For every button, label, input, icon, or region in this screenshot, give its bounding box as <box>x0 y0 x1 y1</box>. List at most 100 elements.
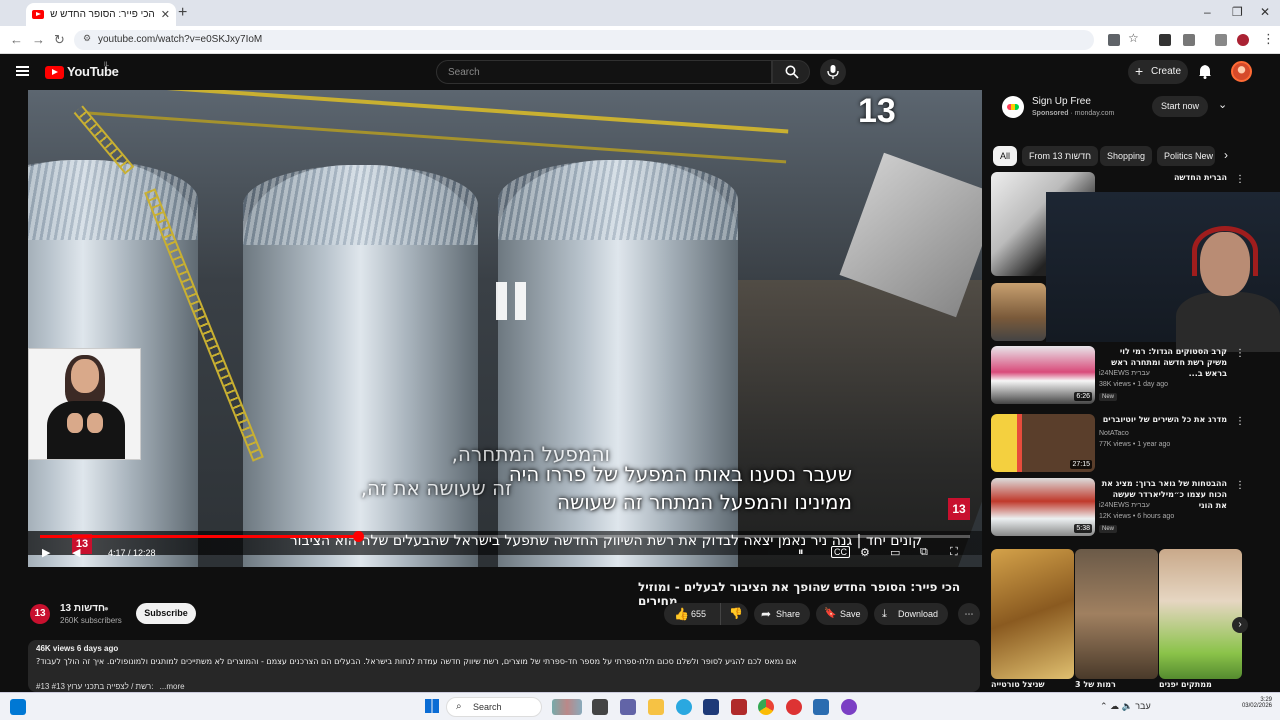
headphones-icon <box>1192 226 1258 276</box>
language-indicator[interactable]: עבר <box>1135 701 1150 711</box>
profile-avatar-icon[interactable] <box>1237 34 1249 46</box>
rec-menu-icon[interactable]: ⋮ <box>1235 348 1245 359</box>
file-explorer-icon[interactable] <box>648 699 664 715</box>
user-avatar[interactable] <box>1231 61 1252 82</box>
short-thumbnail[interactable] <box>1075 549 1158 679</box>
extensions-puzzle-icon[interactable] <box>1183 34 1195 46</box>
video-progress-bar[interactable] <box>40 531 970 542</box>
store-icon[interactable] <box>703 699 719 715</box>
new-tab-button[interactable]: + <box>178 4 187 22</box>
video-player[interactable]: 13 והמפעל המתחרה, זה שעושה את זה, שעבר נ… <box>28 90 982 567</box>
save-button[interactable]: 🔖 Save <box>816 603 868 625</box>
maximize-icon[interactable]: ❐ <box>1232 5 1243 19</box>
task-view-icon[interactable] <box>592 699 608 715</box>
volume-icon[interactable]: ◀ <box>72 546 80 559</box>
chip-all[interactable]: All <box>993 146 1018 166</box>
channel-name[interactable]: 13 חדשות <box>60 603 105 614</box>
rec-menu-icon[interactable]: ⋮ <box>1235 416 1245 427</box>
rec-title: הברית החדשה <box>1173 173 1227 182</box>
video-thumbnail: 6:26 <box>991 346 1095 404</box>
short-thumbnail[interactable] <box>1159 549 1242 679</box>
clock-date: 03/02/2026 <box>1241 703 1272 709</box>
search-button[interactable] <box>772 60 810 84</box>
minimize-icon[interactable]: – <box>1204 5 1211 19</box>
progress-scrubber[interactable] <box>353 531 365 542</box>
close-tab-icon[interactable]: ✕ <box>161 8 170 21</box>
rec-menu-icon[interactable]: ⋮ <box>1235 174 1245 185</box>
subscribe-button[interactable]: Subscribe <box>136 603 196 624</box>
play-icon[interactable]: ▶ <box>42 546 50 559</box>
short-thumbnail[interactable] <box>991 549 1074 679</box>
share-button[interactable]: ➦ Share <box>754 603 810 625</box>
back-icon[interactable]: ← <box>10 32 23 47</box>
autoplay-toggle-icon[interactable]: ⏸ <box>798 546 804 559</box>
chevron-down-icon[interactable]: ⌄ <box>1218 98 1227 111</box>
browser-toolbar: ← → ↻ ⚙ youtube.com/watch?v=e0SKJxy7IoM … <box>0 26 1280 54</box>
notifications-bell-icon[interactable] <box>1198 64 1212 79</box>
windows-start-icon[interactable] <box>425 699 439 713</box>
site-info-icon[interactable]: ⚙ <box>83 33 91 44</box>
pause-overlay-icon[interactable] <box>489 278 535 324</box>
app-icon[interactable] <box>813 699 829 715</box>
chevron-right-icon[interactable]: › <box>1224 148 1228 162</box>
download-button[interactable]: ⤓ Download <box>874 603 948 625</box>
voice-search-button[interactable] <box>820 59 846 85</box>
app-icon[interactable] <box>841 699 857 715</box>
miniplayer-icon[interactable]: ▭ <box>890 546 900 559</box>
chip-shopping[interactable]: Shopping <box>1100 146 1153 166</box>
captions-icon[interactable]: CC <box>831 546 850 558</box>
hamburger-menu-icon[interactable] <box>16 66 29 76</box>
edge-icon[interactable] <box>676 699 692 715</box>
youtube-logo-icon[interactable] <box>45 66 64 79</box>
app-icon[interactable] <box>786 699 802 715</box>
fullscreen-icon[interactable]: ⛶ <box>950 546 958 559</box>
extension-icon[interactable] <box>1159 34 1171 46</box>
install-app-icon[interactable] <box>1108 34 1120 46</box>
bookmark-star-icon[interactable]: ☆ <box>1128 31 1139 45</box>
save-label: Save <box>840 609 861 619</box>
rec-menu-icon[interactable]: ⋮ <box>1235 480 1245 491</box>
dislike-button[interactable]: 👎 <box>720 603 748 625</box>
verified-badge-icon: ● <box>104 604 109 613</box>
recommended-video[interactable]: 6:26 קרב הסטוקים הגדול: רמי לוי משיק רשת… <box>991 346 1245 410</box>
chrome-icon[interactable] <box>758 699 774 715</box>
video-frame-catwalk <box>87 90 789 164</box>
address-bar[interactable]: ⚙ youtube.com/watch?v=e0SKJxy7IoM <box>74 30 1094 50</box>
recommended-video[interactable]: 5:38 ההבטחות של גואר ברוך: מציג את הכוח … <box>991 478 1245 542</box>
reload-icon[interactable]: ↻ <box>54 32 65 48</box>
show-more-link[interactable]: ...more <box>160 682 185 691</box>
teams-icon[interactable] <box>620 699 636 715</box>
browser-menu-icon[interactable]: ⋮ <box>1262 31 1275 47</box>
system-tray[interactable]: ⌃ ☁ 🔈 עבר <box>1100 701 1151 712</box>
create-button[interactable]: + Create <box>1128 60 1188 84</box>
close-window-icon[interactable]: ✕ <box>1260 5 1270 19</box>
youtube-logo-text[interactable]: YouTube <box>67 64 119 79</box>
ad-domain: monday.com <box>1074 110 1115 117</box>
app-icon[interactable] <box>731 699 747 715</box>
ad-cta-button[interactable]: Start now <box>1152 96 1208 117</box>
browser-tab[interactable]: הכי פייר: הסופר החדש שלה... ✕ <box>26 3 176 26</box>
more-actions-icon[interactable]: ⋯ <box>958 603 980 625</box>
country-code: IL <box>104 62 110 68</box>
search-input[interactable]: Search <box>436 60 772 84</box>
chip-politics[interactable]: Politics New <box>1157 146 1215 166</box>
chip-from-channel[interactable]: From 13 חדשות <box>1022 146 1099 166</box>
short-title: רמות של 3 <box>1075 680 1116 689</box>
widgets-icon[interactable] <box>10 699 26 715</box>
cast-icon[interactable]: ⧉ <box>920 546 928 559</box>
forward-icon[interactable]: → <box>32 32 45 47</box>
create-label: Create <box>1151 66 1182 77</box>
like-button[interactable]: 👍 655 <box>664 603 716 625</box>
taskbar-clock[interactable]: 3:29 03/02/2026 <box>1212 697 1272 709</box>
settings-gear-icon[interactable]: ⚙ <box>860 546 870 559</box>
description-box[interactable]: 46K views 6 days ago אם נמאס לכם להגיע ל… <box>28 640 980 692</box>
shorts-next-icon[interactable]: › <box>1232 617 1248 633</box>
progress-fill <box>40 535 359 538</box>
recommended-video[interactable]: 27:15 מדרג את כל השירים של יוטיוברים Not… <box>991 414 1245 478</box>
channel-avatar[interactable]: 13 <box>30 604 50 624</box>
new-badge: New <box>1099 525 1118 533</box>
subtitle-line: ממינינו והמפעל המתחר זה שעושה <box>557 490 852 514</box>
description-text: אם נמאס לכם להגיע לסופר ולשלם סכום תלת-ס… <box>36 657 797 666</box>
taskbar-search[interactable]: ⌕ Search <box>446 697 542 717</box>
tab-search-icon[interactable] <box>1215 34 1227 46</box>
